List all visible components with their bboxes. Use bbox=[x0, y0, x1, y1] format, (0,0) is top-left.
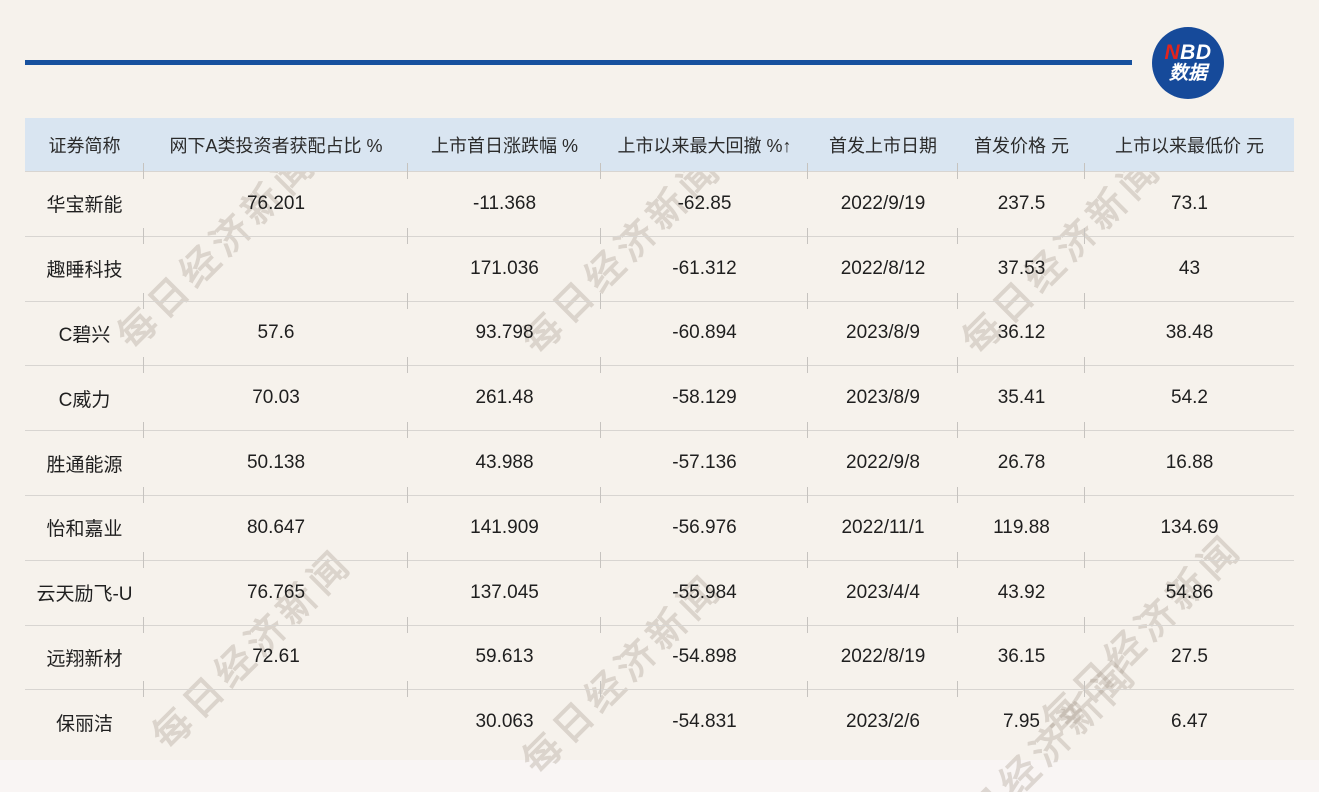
value-cell: 7.95 bbox=[1003, 711, 1040, 733]
security-name-cell: 华宝新能 bbox=[46, 195, 123, 217]
logo-text-nbd: NBD bbox=[1164, 41, 1212, 64]
value-cell: -61.312 bbox=[600, 237, 808, 309]
value-cell: 54.2 bbox=[1084, 366, 1294, 438]
value-cell: 93.798 bbox=[407, 302, 601, 374]
value-cell: 2023/8/9 bbox=[807, 302, 958, 374]
security-name-cell: 胜通能源 bbox=[46, 454, 123, 476]
column-header: 上市以来最大回撤 %↑ bbox=[600, 118, 808, 179]
value-cell: 43 bbox=[1084, 237, 1294, 309]
value-cell: 73.1 bbox=[1084, 172, 1294, 244]
table-row: 远翔新材 72.61 59.613 -54.898 2022/8/19 36.15 27.5 bbox=[25, 626, 1294, 698]
value-cell: 43.92 bbox=[957, 561, 1085, 633]
value-cell: -60.894 bbox=[600, 302, 808, 374]
table-row: 胜通能源 50.138 43.988 -57.136 2022/9/8 26.78 16.8… bbox=[25, 431, 1294, 503]
value-cell: -11.368 bbox=[407, 172, 601, 244]
value-cell: 171.036 bbox=[407, 237, 601, 309]
table-row: C碧兴 57.6 93.798 -60.894 2023/8/9 36.12 38.48 bbox=[25, 302, 1294, 374]
value-cell: 261.48 bbox=[407, 366, 601, 438]
value-cell: 54.86 bbox=[1084, 561, 1294, 633]
value-cell: 2022/9/19 bbox=[807, 172, 958, 244]
table-row: 保丽洁 30.063 -54.831 2023/2/6 7.95 6.47 bbox=[25, 690, 1294, 754]
value-cell: 59.613 bbox=[407, 626, 601, 698]
security-name-cell: 远翔新材 bbox=[46, 648, 123, 670]
column-header: 上市以来最低价 元 bbox=[1084, 118, 1294, 179]
value-cell: 36.15 bbox=[957, 626, 1085, 698]
data-table: 证券简称 网下A类投资者获配占比 % 上市首日涨跌幅 % 上市以来最大回撤 %↑ 首发上… bbox=[25, 118, 1294, 754]
value-cell: -62.85 bbox=[600, 172, 808, 244]
column-header: 证券简称 bbox=[48, 135, 121, 156]
security-name-cell: 趣睡科技 bbox=[46, 260, 123, 282]
value-cell: 2023/2/6 bbox=[846, 711, 920, 733]
column-header: 首发价格 元 bbox=[957, 118, 1085, 179]
security-name-cell: C威力 bbox=[58, 389, 111, 411]
value-cell: 237.5 bbox=[957, 172, 1085, 244]
value-cell: -58.129 bbox=[600, 366, 808, 438]
value-cell: 43.988 bbox=[407, 431, 601, 503]
logo-letters-bd: BD bbox=[1180, 41, 1212, 64]
table-row: 云天励飞-U 76.765 137.045 -55.984 2023/4/4 43.92 5… bbox=[25, 561, 1294, 633]
value-cell: 36.12 bbox=[957, 302, 1085, 374]
footer-band bbox=[0, 760, 1319, 792]
value-cell: 30.063 bbox=[475, 711, 534, 733]
value-cell: -54.831 bbox=[672, 711, 737, 733]
column-header: 网下A类投资者获配占比 % bbox=[143, 118, 408, 179]
value-cell: 27.5 bbox=[1084, 626, 1294, 698]
value-cell: -54.898 bbox=[600, 626, 808, 698]
value-cell: 38.48 bbox=[1084, 302, 1294, 374]
table-row: C威力 70.03 261.48 -58.129 2023/8/9 35.41 54.2 bbox=[25, 366, 1294, 438]
table-row: 怡和嘉业 80.647 141.909 -56.976 2022/11/1 119.88 1… bbox=[25, 496, 1294, 568]
logo-letter-n: N bbox=[1164, 41, 1181, 64]
value-cell: 76.765 bbox=[143, 561, 408, 633]
logo-text-shuju: 数据 bbox=[1168, 63, 1207, 85]
value-cell: 2022/8/19 bbox=[807, 626, 958, 698]
column-header: 首发上市日期 bbox=[807, 118, 958, 179]
value-cell: 119.88 bbox=[957, 496, 1085, 568]
title-rule-divider bbox=[25, 60, 1132, 65]
table-body: 华宝新能 76.201 -11.368 -62.85 2022/9/19 237.5 73.… bbox=[25, 172, 1294, 754]
value-cell: 80.647 bbox=[143, 496, 408, 568]
value-cell: -55.984 bbox=[600, 561, 808, 633]
value-cell: 72.61 bbox=[143, 626, 408, 698]
value-cell: -56.976 bbox=[600, 496, 808, 568]
value-cell bbox=[144, 690, 408, 754]
value-cell: 57.6 bbox=[143, 302, 408, 374]
column-header: 上市首日涨跌幅 % bbox=[407, 118, 601, 179]
security-name-cell: 云天励飞-U bbox=[36, 584, 133, 606]
table-header-row: 证券简称 网下A类投资者获配占比 % 上市首日涨跌幅 % 上市以来最大回撤 %↑ 首发上… bbox=[25, 118, 1294, 179]
value-cell: 76.201 bbox=[143, 172, 408, 244]
value-cell: 6.47 bbox=[1171, 711, 1208, 733]
value-cell: -57.136 bbox=[600, 431, 808, 503]
table-row: 华宝新能 76.201 -11.368 -62.85 2022/9/19 237.5 73.… bbox=[25, 172, 1294, 244]
value-cell: 35.41 bbox=[957, 366, 1085, 438]
infographic-canvas: 每日经济新闻 每日经济新闻 每日经济新闻 每日经济新闻 每日经济新闻 每日经济新… bbox=[0, 0, 1319, 792]
value-cell: 2022/8/12 bbox=[807, 237, 958, 309]
value-cell: 16.88 bbox=[1084, 431, 1294, 503]
value-cell: 2022/9/8 bbox=[807, 431, 958, 503]
value-cell: 134.69 bbox=[1084, 496, 1294, 568]
nbd-data-logo: NBD 数据 bbox=[1152, 27, 1224, 99]
value-cell: 2022/11/1 bbox=[807, 496, 958, 568]
security-name-cell: 怡和嘉业 bbox=[46, 519, 123, 541]
value-cell: 2023/4/4 bbox=[807, 561, 958, 633]
security-name-cell: C碧兴 bbox=[58, 324, 111, 346]
value-cell: 37.53 bbox=[957, 237, 1085, 309]
value-cell: 141.909 bbox=[407, 496, 601, 568]
value-cell: 50.138 bbox=[143, 431, 408, 503]
value-cell: 137.045 bbox=[407, 561, 601, 633]
security-name-cell: 保丽洁 bbox=[55, 713, 113, 735]
value-cell: 26.78 bbox=[957, 431, 1085, 503]
value-cell bbox=[143, 237, 408, 309]
value-cell: 70.03 bbox=[143, 366, 408, 438]
table-row: 趣睡科技 171.036 -61.312 2022/8/12 37.53 43 bbox=[25, 237, 1294, 309]
value-cell: 2023/8/9 bbox=[807, 366, 958, 438]
